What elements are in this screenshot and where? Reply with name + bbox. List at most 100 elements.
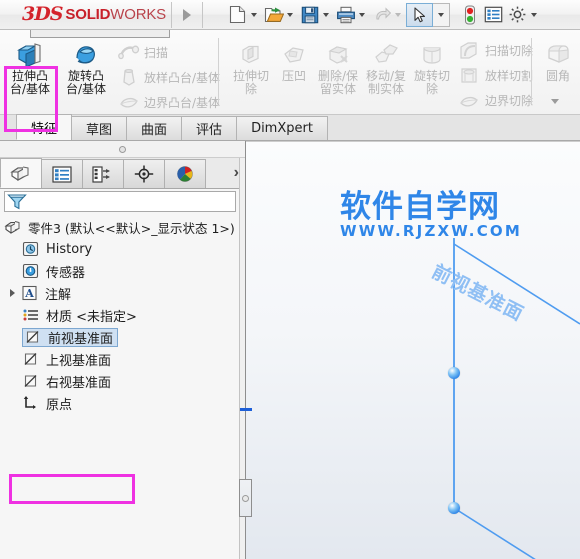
new-document-button[interactable] <box>226 3 250 27</box>
save-document-caret-icon[interactable] <box>322 12 329 17</box>
revolve-cut-icon <box>419 38 445 68</box>
tab-evaluate[interactable]: 评估 <box>181 116 238 140</box>
tab-sketch[interactable]: 草图 <box>71 116 128 140</box>
revolve-boss-button[interactable]: 旋转凸 台/基体 <box>58 38 114 96</box>
revolve-cut-button[interactable]: 旋转切除 <box>410 38 454 96</box>
tree-item-part[interactable]: 零件3 (默认<<默认>_显示状态 1>) <box>0 216 245 238</box>
splitter-dot-icon <box>242 494 249 502</box>
tree-item-origin[interactable]: 原点 <box>0 392 245 414</box>
boundary-cut-button[interactable]: 边界切除 <box>457 88 533 112</box>
display-manager-tab[interactable] <box>164 159 206 188</box>
loft-boss-button[interactable]: 放样凸台/基体 <box>118 65 220 89</box>
display-sphere-icon <box>177 166 193 182</box>
fillet-button[interactable]: 圆角 <box>538 38 578 83</box>
delete-body-icon <box>325 38 351 68</box>
sweep-button[interactable]: 扫描 <box>118 40 220 64</box>
open-document-button[interactable] <box>262 3 286 27</box>
open-document-caret-icon[interactable] <box>286 12 293 17</box>
select-tool-button[interactable] <box>405 2 433 27</box>
boundary-boss-button[interactable]: 边界凸台/基体 <box>118 90 220 114</box>
tree-item-front-plane-label: 前视基准面 <box>48 331 114 347</box>
graphics-viewport[interactable]: 软件自学网 WWW.RJZXW.COM 前视基准面 <box>245 141 580 559</box>
tree-item-front-plane[interactable]: 前视基准面 <box>0 326 245 348</box>
indent-button[interactable]: 压凹 <box>274 38 314 83</box>
tree-item-history-label: History <box>46 241 93 257</box>
tab-dimxpert[interactable]: DimXpert <box>236 116 328 140</box>
feature-manager-tab[interactable] <box>0 158 42 188</box>
tree-item-right-plane[interactable]: 右视基准面 <box>0 370 245 392</box>
undo-button[interactable] <box>370 3 394 27</box>
boundary-icon <box>120 97 138 108</box>
ribbon-more-dropdown[interactable] <box>551 99 559 104</box>
extrude-boss-label: 拉伸凸 台/基体 <box>9 69 51 96</box>
undo-arrow-icon <box>376 6 392 19</box>
extrude-boss-icon <box>15 38 45 68</box>
ribbon-small-buttons-boss: 扫描 放样凸台/基体 边界凸台/基体 <box>118 40 220 114</box>
loft-cut-button[interactable]: 放样切割 <box>457 63 533 87</box>
configuration-manager-tab[interactable] <box>82 159 124 188</box>
tab-features[interactable]: 特征 <box>16 114 73 140</box>
ribbon-dropdown-frame <box>30 30 170 38</box>
brand-bold-text: SOLID <box>65 6 111 23</box>
command-manager-ribbon: 拉伸凸 台/基体 旋转凸 台/基体 扫描 放样凸台/基体 边界凸台/基体 拉伸切… <box>0 30 580 132</box>
loft-cut-label: 放样切割 <box>485 68 534 83</box>
feature-manager-tab-row: › <box>0 158 245 189</box>
rebuild-button[interactable] <box>458 3 482 27</box>
tab-surfaces[interactable]: 曲面 <box>126 116 183 140</box>
expand-annotations-toggle[interactable] <box>6 287 18 299</box>
revolve-boss-label: 旋转凸 台/基体 <box>65 69 107 96</box>
extrude-cut-button[interactable]: 拉伸切除 <box>228 38 274 96</box>
front-plane-geometry <box>453 238 580 559</box>
tree-item-sensors[interactable]: 传感器 <box>0 260 245 282</box>
select-tool-dropdown[interactable] <box>432 2 450 27</box>
quick-access-toolbar: 3DS SOLIDWORKS <box>0 0 580 30</box>
options-settings-button[interactable] <box>506 3 530 27</box>
plane-handle-bottom[interactable] <box>448 502 460 514</box>
options-caret-icon[interactable] <box>530 12 537 17</box>
tree-item-material[interactable]: 材质 <未指定> <box>0 304 245 326</box>
property-manager-tab[interactable] <box>41 159 83 188</box>
delete-body-button[interactable]: 删除/保 留实体 <box>314 38 362 96</box>
extrude-cut-icon <box>238 38 264 68</box>
chevron-right-icon <box>182 8 191 21</box>
graphics-splitter-handle[interactable] <box>239 479 252 517</box>
move-copy-body-button[interactable]: 移动/复 制实体 <box>362 38 410 96</box>
extrude-cut-label: 拉伸切除 <box>232 69 269 96</box>
save-document-button[interactable] <box>298 3 322 27</box>
tree-item-top-plane[interactable]: 上视基准面 <box>0 348 245 370</box>
ribbon-group-cut: 拉伸切除 压凹 删除/保 留实体 移动/复 制实体 旋转切 除 扫描切除 放样切… <box>228 38 533 112</box>
open-folder-icon <box>264 7 284 23</box>
cursor-arrow-icon <box>414 6 425 22</box>
sweep-cut-icon <box>460 41 477 59</box>
configuration-icon <box>92 165 110 183</box>
toolbar-divider-2 <box>201 1 203 28</box>
sweep-cut-button[interactable]: 扫描切除 <box>457 38 533 62</box>
new-document-caret-icon[interactable] <box>250 12 257 17</box>
gear-icon <box>510 6 526 23</box>
fillet-label: 圆角 <box>545 69 570 83</box>
display-pane-button[interactable] <box>482 3 506 27</box>
svg-text:A: A <box>24 287 34 300</box>
tree-item-history[interactable]: History <box>0 238 245 260</box>
command-manager-tabs: 特征 草图 曲面 评估 DimXpert <box>0 114 580 141</box>
solidworks-wordmark: SOLIDWORKS <box>65 7 166 22</box>
toolbar-divider-1 <box>170 1 172 28</box>
split-handle-dot-icon <box>119 145 126 153</box>
plane-icon <box>22 373 39 390</box>
rollback-bar-graphics-edge <box>240 408 252 411</box>
indent-label: 压凹 <box>281 69 306 83</box>
menu-expand-button[interactable] <box>177 2 197 28</box>
undo-caret-icon[interactable] <box>394 12 401 17</box>
feature-manager-split-handle[interactable] <box>0 141 245 158</box>
loft-icon <box>123 68 135 86</box>
feature-tree: 零件3 (默认<<默认>_显示状态 1>) History 传感器 A 注解 材… <box>0 216 245 496</box>
print-document-caret-icon[interactable] <box>358 12 365 17</box>
annotations-icon: A <box>21 285 38 302</box>
print-document-button[interactable] <box>334 3 358 27</box>
extrude-boss-button[interactable]: 拉伸凸 台/基体 <box>2 38 58 96</box>
feature-tree-filter-input[interactable] <box>4 191 236 212</box>
plane-handle-middle[interactable] <box>448 367 460 379</box>
dimxpert-manager-tab[interactable] <box>123 159 165 188</box>
ribbon-separator-1 <box>218 38 219 104</box>
tree-item-annotations[interactable]: A 注解 <box>0 282 245 304</box>
